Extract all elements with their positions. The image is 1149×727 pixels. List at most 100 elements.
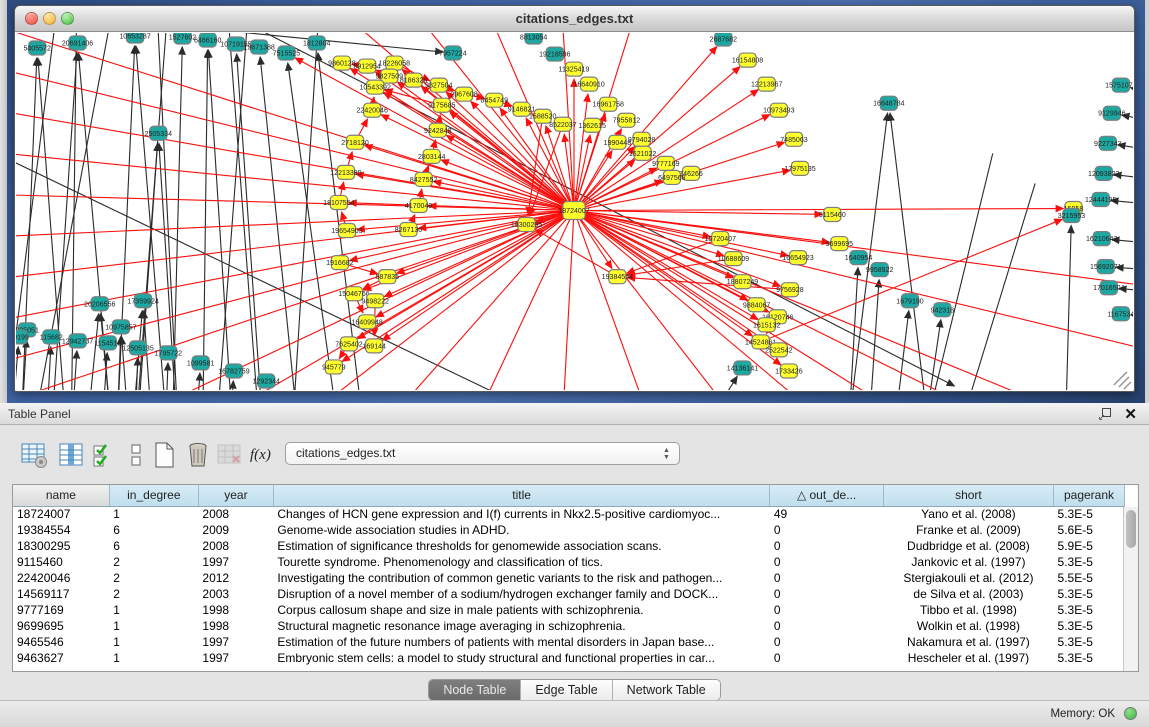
graph-node-teal[interactable]: 1099581 [187,356,215,370]
network-canvas[interactable]: 1872400798601288912954182260589827509818… [16,33,1133,390]
graph-node-yellow[interactable]: 12213967 [751,77,782,91]
hub-graph-node-yellow[interactable]: 18724007 [558,201,589,219]
graph-node-teal[interactable]: 12093822 [1088,166,1119,180]
table-selector-dropdown[interactable]: citations_edges.txt ▲▼ [285,442,680,465]
select-all-check-icon[interactable] [90,441,118,469]
graph-node-yellow[interactable]: 7955812 [613,113,641,127]
citation-edge-red[interactable] [16,210,574,283]
citation-edge-red[interactable] [574,210,822,214]
graph-node-yellow[interactable]: 587835 [376,270,400,284]
citation-edge-black[interactable] [894,311,909,390]
graph-node-teal[interactable]: 9129946 [1098,106,1126,120]
graph-node-teal[interactable]: 6466160 [194,33,222,47]
table-row[interactable]: 1456911722003Disruption of a novel membe… [13,586,1125,602]
table-row[interactable]: 1872400712008Changes of HCN gene express… [13,506,1125,522]
citation-edge-black[interactable] [924,320,941,390]
graph-node-teal[interactable]: 9227343 [1094,136,1122,150]
graph-node-teal[interactable]: 115682 [40,330,63,344]
show-columns-icon[interactable] [57,441,85,469]
citation-edge-black[interactable] [682,376,737,390]
graph-node-teal[interactable]: 2505334 [145,126,173,140]
table-row[interactable]: 977716911998Corpus callosum shape and si… [13,602,1125,618]
graph-node-yellow[interactable]: 8454749 [481,93,509,107]
float-panel-icon[interactable]: ↙ [1098,408,1111,420]
citation-edge-red[interactable] [16,58,574,210]
close-panel-icon[interactable]: ✕ [1124,405,1137,423]
graph-node-teal[interactable]: 2687682 [710,33,738,46]
graph-node-yellow[interactable]: 9756928 [776,283,804,297]
citation-edge-red[interactable] [16,210,574,238]
citation-edge-red[interactable] [561,210,574,390]
graph-node-yellow[interactable]: 945779 [322,360,346,374]
citation-edge-red[interactable] [627,277,789,289]
citation-edge-black[interactable] [288,63,339,390]
column-header-out_de[interactable]: △ out_de... [770,485,883,506]
memory-ok-indicator-icon[interactable] [1124,707,1137,720]
citation-edge-red[interactable] [258,210,574,390]
graph-node-yellow[interactable]: 7485063 [780,132,808,146]
network-window-titlebar[interactable]: citations_edges.txt [15,6,1134,32]
graph-node-teal[interactable]: 12942737 [62,334,93,348]
citation-edge-black[interactable] [87,314,99,390]
graph-node-yellow[interactable]: 2803144 [418,149,446,163]
graph-node-teal[interactable]: 9958922 [866,263,894,277]
graph-node-teal[interactable]: 942318 [931,303,955,317]
tab-node-table[interactable]: Node Table [429,680,521,700]
graph-node-teal[interactable]: 17359924 [127,294,158,308]
row-height-icon[interactable] [122,441,150,469]
graph-node-yellow[interactable]: 9860128 [328,56,356,70]
graph-node-yellow[interactable]: 8186328 [400,73,428,87]
citation-edge-red[interactable] [574,210,1133,390]
table-vertical-scrollbar[interactable] [1123,507,1138,671]
graph-node-yellow[interactable]: 7625402 [335,337,363,351]
citation-edge-black[interactable] [16,347,18,390]
citation-edge-black[interactable] [203,50,208,390]
citation-edge-black[interactable] [208,50,233,390]
scrollbar-thumb[interactable] [1126,510,1136,548]
citation-edge-black[interactable] [848,268,858,390]
graph-node-yellow[interactable]: 12213389 [330,165,361,179]
graph-node-teal[interactable]: 8813054 [520,33,548,44]
graph-node-teal[interactable]: 10975857 [105,320,136,334]
new-table-icon[interactable] [150,441,178,469]
column-header-name[interactable]: name [13,485,109,506]
table-row[interactable]: 2242004622012Investigating the contribut… [13,570,1125,586]
citation-edge-red[interactable] [574,209,1063,211]
graph-node-teal[interactable]: 19218596 [539,47,570,61]
graph-node-teal[interactable]: 1812804 [303,36,331,50]
graph-node-yellow[interactable]: 16640910 [573,77,604,91]
graph-node-yellow[interactable]: 16154808 [732,53,763,67]
citation-edge-black[interactable] [135,358,138,390]
graph-node-yellow[interactable]: 9242848 [424,123,452,137]
citation-edge-black[interactable] [165,363,168,390]
column-header-pagerank[interactable]: pagerank [1054,485,1125,506]
citation-edge-red[interactable] [397,210,574,273]
graph-node-yellow[interactable]: 9699695 [826,237,854,251]
citation-edge-black[interactable] [16,153,581,390]
citation-edge-black[interactable] [1131,88,1133,108]
citation-edge-red[interactable] [359,210,574,390]
graph-node-teal[interactable]: 1640954 [845,251,873,265]
table-row[interactable]: 1938455462009Genome-wide association stu… [13,522,1125,538]
table-mode-icon[interactable] [20,441,48,469]
graph-node-teal[interactable]: 10653287 [119,33,150,43]
column-header-year[interactable]: year [198,485,273,506]
citation-edge-red[interactable] [381,115,574,211]
graph-node-yellow[interactable]: 16961758 [593,97,624,111]
delete-trash-icon[interactable] [184,441,212,469]
table-row[interactable]: 969969511998Structural magnetic resonanc… [13,618,1125,634]
table-row[interactable]: 946554611997Estimation of the future num… [13,634,1125,650]
graph-node-teal[interactable]: 1167534 [1107,307,1133,321]
citation-edge-black[interactable] [46,347,51,390]
graph-node-yellow[interactable]: 169144 [362,339,386,353]
graph-node-teal[interactable]: 1527602 [169,33,197,44]
graph-node-teal[interactable]: 1795722 [155,346,183,360]
graph-node-teal[interactable]: 16648784 [873,96,904,110]
graph-node-teal[interactable]: 12444195 [1085,192,1116,206]
window-resize-grip[interactable] [1114,372,1131,389]
graph-node-teal[interactable]: 5405572 [23,41,51,55]
graph-node-teal[interactable]: 1154519 [94,336,121,350]
graph-node-yellow[interactable]: 10688609 [718,252,749,266]
graph-node-teal[interactable]: 14136141 [727,361,758,375]
table-row[interactable]: 946362711997Embryonic stem cells: a mode… [13,650,1125,666]
